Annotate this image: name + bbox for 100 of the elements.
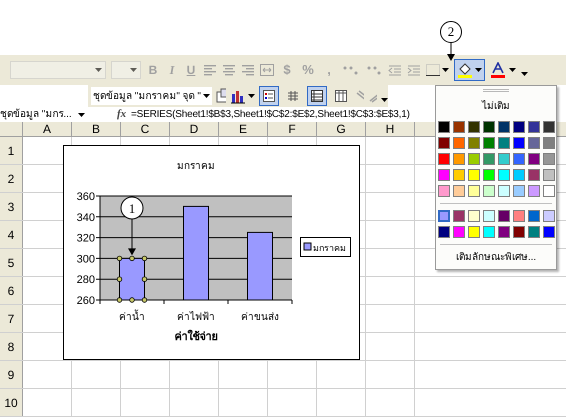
color-swatch[interactable] [512, 210, 524, 222]
color-swatch[interactable] [452, 153, 464, 165]
color-swatch[interactable] [528, 137, 540, 149]
color-swatch[interactable] [528, 226, 540, 238]
color-swatch[interactable] [498, 137, 510, 149]
column-header[interactable]: D [170, 122, 219, 136]
color-swatch[interactable] [468, 137, 480, 149]
color-swatch[interactable] [542, 226, 554, 238]
color-swatch[interactable] [438, 226, 450, 238]
color-swatch[interactable] [468, 153, 480, 165]
color-swatch[interactable] [482, 169, 494, 181]
color-swatch[interactable] [512, 185, 524, 197]
color-swatch[interactable] [482, 185, 494, 197]
legend-toggle[interactable] [259, 86, 280, 106]
fx-label[interactable]: fx [117, 106, 131, 123]
borders-icon[interactable] [426, 64, 440, 76]
legend-icon[interactable] [263, 90, 276, 102]
color-swatch[interactable] [542, 185, 554, 197]
color-swatch[interactable] [512, 226, 524, 238]
column-header[interactable]: B [72, 122, 121, 136]
column-header[interactable]: A [23, 122, 72, 136]
row-header[interactable]: 2 [0, 165, 23, 192]
color-swatch[interactable] [528, 169, 540, 181]
color-swatch[interactable] [452, 169, 464, 181]
fill-color-button[interactable] [454, 59, 485, 81]
color-swatch[interactable] [438, 210, 450, 222]
color-swatch[interactable] [498, 226, 510, 238]
color-swatch[interactable] [528, 153, 540, 165]
color-swatch[interactable] [482, 121, 494, 133]
color-swatch[interactable] [482, 153, 494, 165]
color-swatch[interactable] [468, 210, 480, 222]
row-header[interactable]: 4 [0, 221, 23, 248]
column-header[interactable]: E [219, 122, 268, 136]
color-swatch[interactable] [498, 185, 510, 197]
format-selection-icon[interactable] [216, 88, 226, 104]
chart-object-select[interactable]: ชุดข้อมูล "มกราคม" จุด " [91, 87, 212, 105]
font-size-field[interactable] [111, 61, 141, 79]
color-swatch[interactable] [452, 137, 464, 149]
color-swatch[interactable] [438, 185, 450, 197]
row-header[interactable]: 10 [0, 389, 23, 416]
color-swatch[interactable] [528, 210, 540, 222]
by-column-icon[interactable] [335, 90, 348, 102]
color-swatch[interactable] [512, 137, 524, 149]
color-swatch[interactable] [498, 210, 510, 222]
color-swatch[interactable] [452, 226, 464, 238]
color-swatch[interactable] [468, 185, 480, 197]
column-header[interactable]: G [317, 122, 366, 136]
column-header[interactable]: F [268, 122, 317, 136]
no-fill-option[interactable]: ไม่เติม [482, 98, 510, 114]
color-swatch[interactable] [528, 121, 540, 133]
row-header[interactable]: 8 [0, 333, 23, 360]
color-swatch[interactable] [498, 169, 510, 181]
row-header[interactable]: 9 [0, 361, 23, 388]
color-swatch[interactable] [468, 226, 480, 238]
color-swatch[interactable] [452, 121, 464, 133]
color-swatch[interactable] [512, 153, 524, 165]
color-swatch[interactable] [528, 185, 540, 197]
dropdown-arrow-icon [78, 112, 85, 116]
color-swatch[interactable] [468, 169, 480, 181]
data-table-icon[interactable] [287, 90, 300, 102]
bar-chart-icon[interactable] [230, 88, 246, 104]
color-swatch[interactable] [498, 121, 510, 133]
row-header[interactable]: 3 [0, 193, 23, 220]
color-swatch[interactable] [452, 210, 464, 222]
color-swatch[interactable] [542, 169, 554, 181]
color-swatch[interactable] [482, 226, 494, 238]
color-swatch[interactable] [438, 169, 450, 181]
color-swatch[interactable] [438, 137, 450, 149]
color-swatch[interactable] [438, 153, 450, 165]
by-row-toggle[interactable] [307, 86, 328, 106]
color-swatch[interactable] [498, 153, 510, 165]
font-field[interactable] [10, 61, 106, 79]
dropdown-arrow-icon [95, 68, 102, 72]
color-swatch[interactable] [452, 185, 464, 197]
y-tick-label: 320 [76, 232, 95, 245]
x-axis-title: ค่าใช้จ่าย [174, 331, 218, 343]
color-swatch[interactable] [542, 121, 554, 133]
color-swatch[interactable] [542, 210, 554, 222]
color-swatch[interactable] [542, 137, 554, 149]
row-header[interactable]: 1 [0, 137, 23, 164]
formula-field[interactable]: =SERIES(Sheet1!$B$3,Sheet1!$C$2:$E$2,Sheet1!$C$3:$E$3,1) [131, 107, 410, 122]
color-swatch[interactable] [542, 153, 554, 165]
color-swatch[interactable] [482, 210, 494, 222]
by-row-icon[interactable] [311, 90, 324, 102]
font-color-icon[interactable] [490, 62, 506, 78]
row-header[interactable]: 5 [0, 249, 23, 276]
color-swatch[interactable] [512, 121, 524, 133]
fill-effects-option[interactable]: เติมลักษณะพิเศษ... [456, 249, 536, 265]
color-swatch[interactable] [438, 121, 450, 133]
bar[interactable] [247, 232, 273, 300]
column-header[interactable]: C [121, 122, 170, 136]
column-header[interactable]: H [366, 122, 415, 136]
row-header[interactable]: 6 [0, 277, 23, 304]
paint-bucket-icon[interactable] [457, 62, 473, 78]
color-swatch[interactable] [482, 137, 494, 149]
color-swatch[interactable] [468, 121, 480, 133]
bar[interactable] [183, 206, 209, 300]
color-swatch[interactable] [512, 169, 524, 181]
row-header[interactable]: 7 [0, 305, 23, 332]
category-label: ค่าไฟฟ้า [177, 312, 215, 323]
